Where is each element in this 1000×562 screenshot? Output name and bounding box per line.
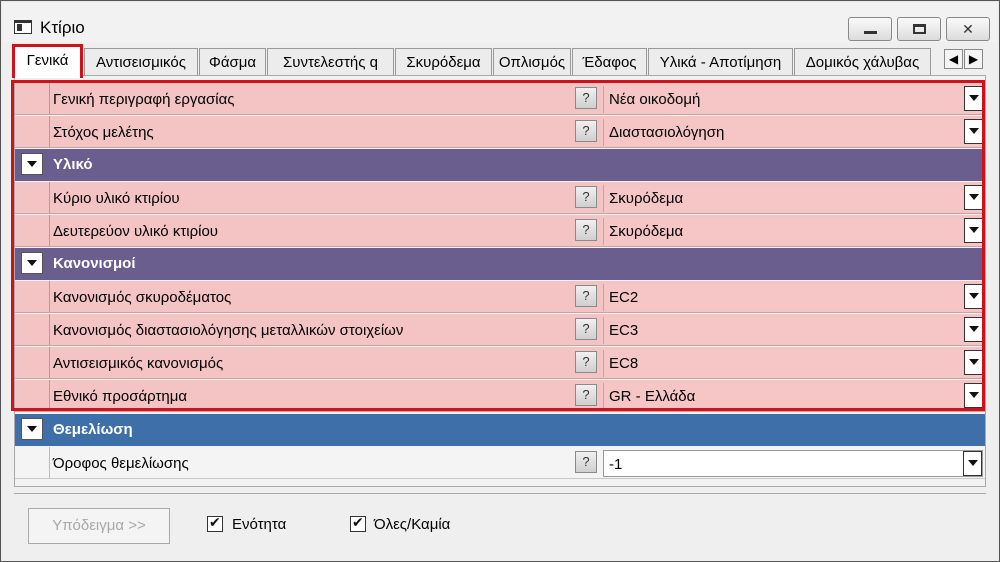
property-label: Κανονισμός διαστασιολόγησης μεταλλικών σ… (53, 322, 404, 339)
property-value: EC8 (609, 355, 639, 372)
help-button[interactable]: ? (575, 351, 597, 373)
tab-spectrum[interactable]: Φάσμα (199, 48, 266, 76)
dropdown-arrow-icon[interactable] (964, 350, 983, 375)
property-label: Όροφος θεμελίωσης (53, 455, 189, 472)
maximize-icon (913, 24, 926, 34)
property-value-select[interactable]: GR - Ελλάδα (603, 383, 983, 410)
category-header-material[interactable]: Υλικό (15, 149, 985, 181)
property-label: Αντισεισμικός κανονισμός (53, 355, 224, 372)
all-none-checkbox[interactable] (350, 514, 366, 532)
collapse-toggle-icon[interactable] (21, 153, 43, 175)
property-label: Εθνικό προσάρτημα (53, 388, 188, 405)
property-label: Στόχος μελέτης (53, 124, 154, 141)
property-label: Κανονισμός σκυροδέματος (53, 289, 232, 306)
tab-concrete[interactable]: Σκυρόδεμα (395, 48, 492, 76)
property-value: Διαστασιολόγηση (609, 124, 725, 141)
property-value: Νέα οικοδομή (609, 91, 701, 108)
property-value: EC3 (609, 322, 639, 339)
property-value: EC2 (609, 289, 639, 306)
property-value-select[interactable]: Σκυρόδεμα (603, 218, 983, 245)
minimize-icon (864, 31, 877, 34)
tab-materials-assessment[interactable]: Υλικά - Αποτίμηση (648, 48, 793, 76)
category-header-codes[interactable]: Κανονισμοί (15, 248, 985, 280)
dropdown-arrow-icon[interactable] (963, 451, 982, 476)
property-value: Σκυρόδεμα (609, 223, 684, 240)
tab-reinforcement[interactable]: Οπλισμός (493, 48, 571, 76)
dropdown-arrow-icon[interactable] (964, 284, 983, 309)
window-title: Κτίριο (40, 18, 85, 37)
property-value-select[interactable]: Νέα οικοδομή (603, 86, 983, 113)
horizontal-divider (14, 488, 986, 494)
help-button[interactable]: ? (575, 186, 597, 208)
property-row: Στόχος μελέτης ? Διαστασιολόγηση (15, 116, 985, 148)
property-value-select[interactable]: -1 (603, 450, 983, 477)
property-value-select[interactable]: EC8 (603, 350, 983, 377)
unit-checkbox[interactable] (207, 514, 223, 532)
help-button[interactable]: ? (575, 318, 597, 340)
close-icon: ✕ (962, 21, 974, 37)
property-label: Κύριο υλικό κτιρίου (53, 190, 180, 207)
help-button[interactable]: ? (575, 219, 597, 241)
tab-structural-steel[interactable]: Δομικός χάλυβας (794, 48, 931, 76)
category-title: Κανονισμοί (53, 255, 136, 272)
tab-strip: Γενικά Αντισεισμικός Φάσμα Συντελεστής q… (2, 42, 998, 78)
collapse-toggle-icon[interactable] (21, 252, 43, 274)
property-value-select[interactable]: EC3 (603, 317, 983, 344)
property-value-select[interactable]: Σκυρόδεμα (603, 185, 983, 212)
help-button[interactable]: ? (575, 451, 597, 473)
all-none-checkbox-label: Όλες/Καμία (374, 516, 451, 533)
dropdown-arrow-icon[interactable] (964, 86, 983, 111)
property-value: Σκυρόδεμα (609, 190, 684, 207)
dropdown-arrow-icon[interactable] (964, 383, 983, 408)
property-row: Κύριο υλικό κτιρίου ? Σκυρόδεμα (15, 182, 985, 214)
property-row: Όροφος θεμελίωσης ? -1 (15, 447, 985, 479)
property-grid: Γενική περιγραφή εργασίας ? Νέα οικοδομή… (14, 75, 986, 487)
property-label: Γενική περιγραφή εργασίας (53, 91, 235, 108)
tab-scroll-left-icon[interactable]: ◀ (944, 49, 963, 69)
dropdown-arrow-icon[interactable] (964, 317, 983, 342)
collapse-toggle-icon[interactable] (21, 418, 43, 440)
help-button[interactable]: ? (575, 285, 597, 307)
dropdown-arrow-icon[interactable] (964, 218, 983, 243)
property-value: -1 (609, 456, 623, 473)
category-header-foundation[interactable]: Θεμελίωση (15, 414, 985, 446)
tab-seismic[interactable]: Αντισεισμικός (84, 48, 198, 76)
maximize-button[interactable] (897, 17, 941, 41)
property-label: Δευτερεύον υλικό κτιρίου (53, 223, 218, 240)
category-title: Θεμελίωση (53, 421, 133, 438)
tab-scroll-right-icon[interactable]: ▶ (964, 49, 983, 69)
property-row: Κανονισμός διαστασιολόγησης μεταλλικών σ… (15, 314, 985, 346)
property-value-select[interactable]: EC2 (603, 284, 983, 311)
help-button[interactable]: ? (575, 87, 597, 109)
tab-q-factor[interactable]: Συντελεστής q (267, 48, 394, 76)
property-value-select[interactable]: Διαστασιολόγηση (603, 119, 983, 146)
property-row: Εθνικό προσάρτημα ? GR - Ελλάδα (15, 380, 985, 412)
property-row: Γενική περιγραφή εργασίας ? Νέα οικοδομή (15, 83, 985, 115)
unit-checkbox-label: Ενότητα (232, 516, 287, 533)
window: Κτίριο ✕ Γενικά Αντισεισμικός Φάσμα Συντ… (0, 0, 1000, 562)
help-button[interactable]: ? (575, 120, 597, 142)
property-row: Αντισεισμικός κανονισμός ? EC8 (15, 347, 985, 379)
dropdown-arrow-icon[interactable] (964, 185, 983, 210)
property-value: GR - Ελλάδα (609, 388, 696, 405)
dropdown-arrow-icon[interactable] (964, 119, 983, 144)
tab-soil[interactable]: Έδαφος (572, 48, 647, 76)
minimize-button[interactable] (848, 17, 892, 41)
property-row: Δευτερεύον υλικό κτιρίου ? Σκυρόδεμα (15, 215, 985, 247)
property-row: Κανονισμός σκυροδέματος ? EC2 (15, 281, 985, 313)
tab-general[interactable]: Γενικά (12, 44, 83, 78)
title-bar: Κτίριο ✕ (2, 2, 998, 42)
category-title: Υλικό (53, 156, 93, 173)
close-button[interactable]: ✕ (946, 17, 990, 41)
example-button[interactable]: Υπόδειγμα >> (28, 508, 170, 544)
app-icon (14, 20, 32, 34)
help-button[interactable]: ? (575, 384, 597, 406)
client-area: Γενικά Αντισεισμικός Φάσμα Συντελεστής q… (2, 42, 998, 561)
